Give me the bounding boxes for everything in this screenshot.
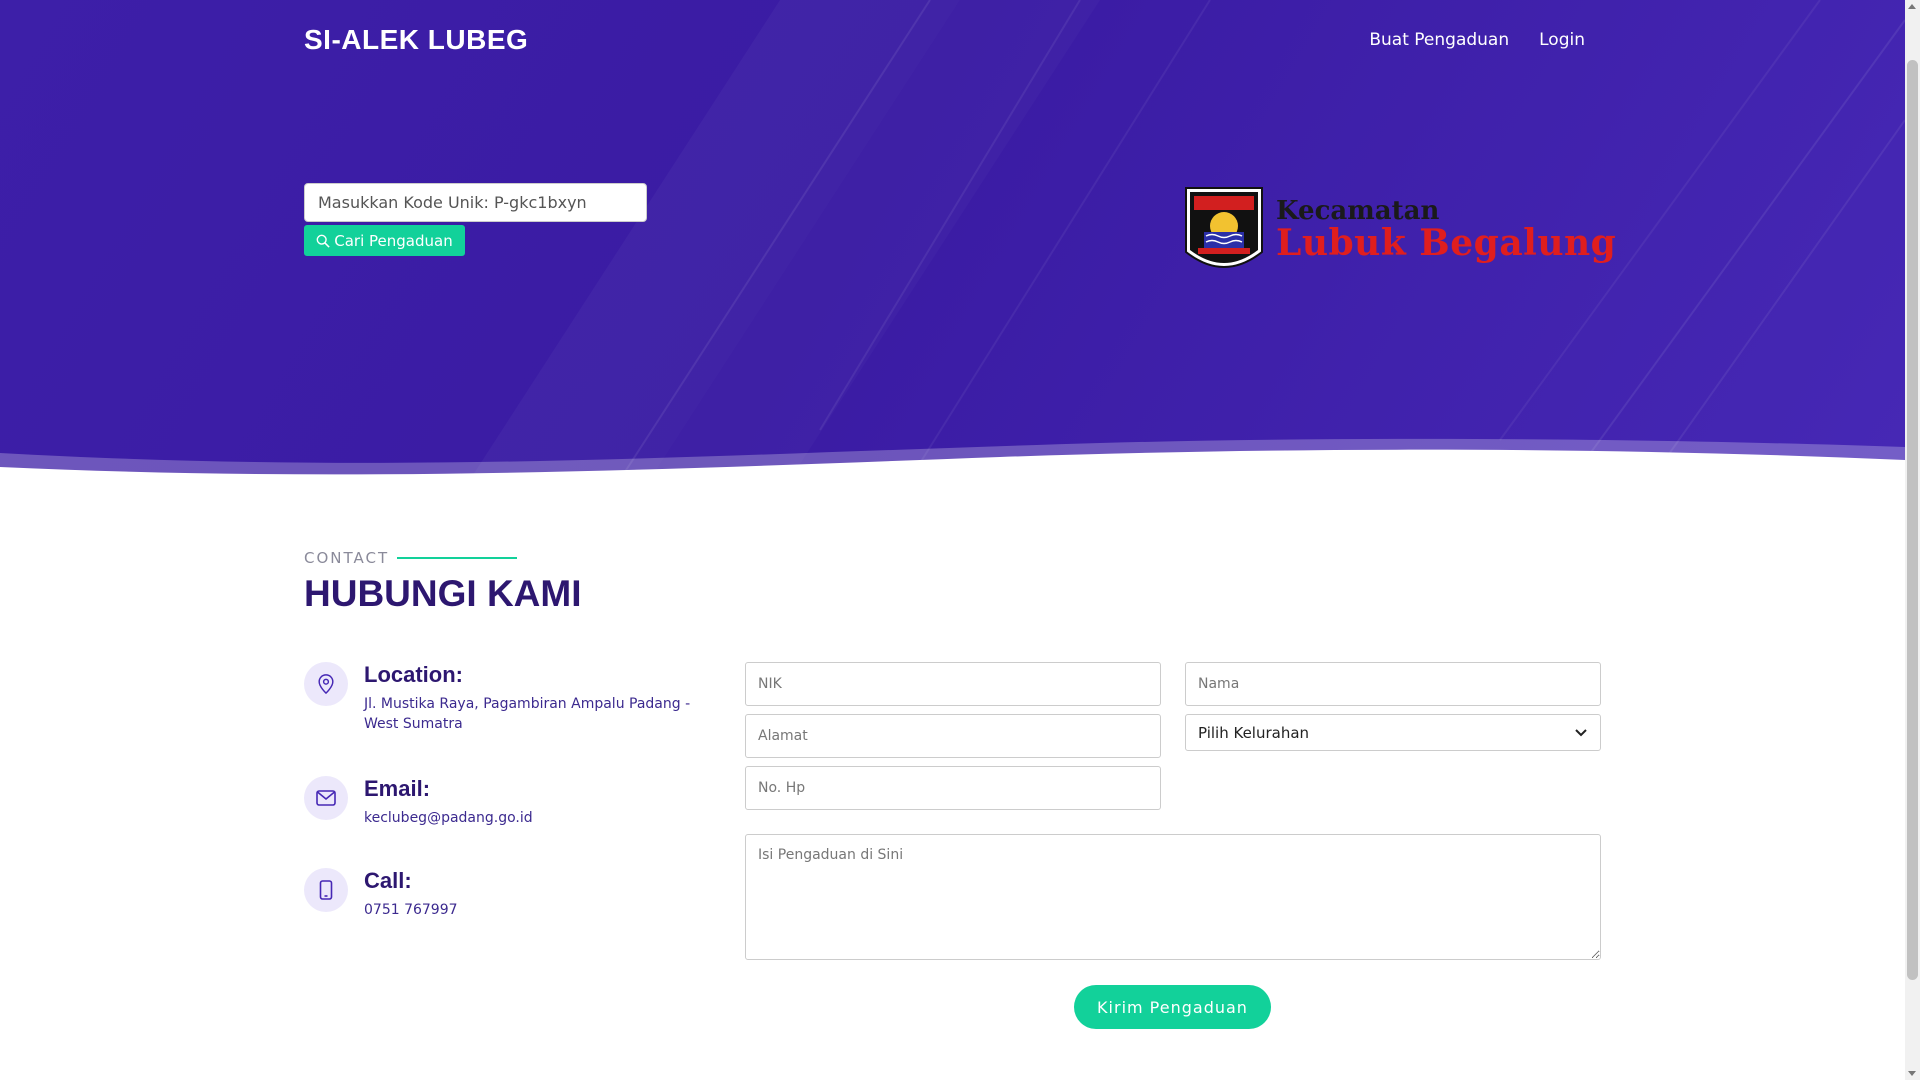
nav-login[interactable]: Login [1539, 30, 1585, 50]
nav-buat-pengaduan[interactable]: Buat Pengaduan [1369, 30, 1509, 50]
email-info: Email: keclubeg@padang.go.id [304, 776, 724, 836]
emblem-icon [1185, 187, 1263, 268]
hero-background-lines [609, 0, 1905, 495]
section-label-line [397, 557, 517, 559]
kelurahan-select-value: Pilih Kelurahan [1198, 723, 1310, 742]
call-value[interactable]: 0751 767997 [364, 900, 724, 920]
scroll-up-arrow-icon[interactable] [1908, 4, 1916, 9]
scrollbar-thumb[interactable] [1907, 60, 1918, 980]
kode-unik-search-input[interactable] [304, 183, 647, 222]
nama-field[interactable] [1185, 662, 1601, 706]
call-title: Call: [364, 868, 412, 893]
chevron-down-icon [1575, 728, 1587, 736]
call-info: Call: 0751 767997 [304, 868, 724, 928]
isi-pengaduan-textarea[interactable] [745, 834, 1601, 960]
kelurahan-select[interactable]: Pilih Kelurahan [1185, 714, 1601, 751]
cari-pengaduan-button[interactable]: Cari Pengaduan [304, 225, 465, 256]
location-icon-wrap [304, 662, 348, 706]
location-title: Location: [364, 662, 463, 687]
hero-section: SI-ALEK LUBEG Buat Pengaduan Login Cari … [0, 0, 1905, 495]
location-value: Jl. Mustika Raya, Pagambiran Ampalu Pada… [364, 696, 691, 732]
top-nav: Buat Pengaduan Login [1369, 30, 1585, 50]
email-icon-wrap [304, 776, 348, 820]
envelope-icon [316, 790, 336, 806]
nik-field[interactable] [745, 662, 1161, 706]
email-value[interactable]: keclubeg@padang.go.id [364, 808, 724, 828]
logo-text-lubuk-begalung: Lubuk Begalung [1276, 222, 1617, 264]
no-hp-field[interactable] [745, 766, 1161, 810]
location-info: Location: Jl. Mustika Raya, Pagambiran A… [304, 662, 724, 742]
phone-icon [319, 880, 333, 900]
page-scrollbar[interactable] [1905, 0, 1920, 1080]
email-title: Email: [364, 776, 431, 801]
kirim-pengaduan-button[interactable]: Kirim Pengaduan [1074, 985, 1271, 1029]
scroll-down-arrow-icon[interactable] [1908, 1071, 1916, 1076]
alamat-field[interactable] [745, 714, 1161, 758]
cari-pengaduan-label: Cari Pengaduan [334, 231, 453, 250]
brand-title[interactable]: SI-ALEK LUBEG [304, 24, 528, 56]
hero-wave [0, 438, 1905, 495]
map-pin-icon [318, 674, 334, 694]
call-icon-wrap [304, 868, 348, 912]
section-label: CONTACT [304, 549, 390, 567]
section-title: HUBUNGI KAMI [304, 573, 582, 614]
kecamatan-logo: Kecamatan Lubuk Begalung [1184, 186, 1616, 281]
search-icon [316, 234, 330, 248]
